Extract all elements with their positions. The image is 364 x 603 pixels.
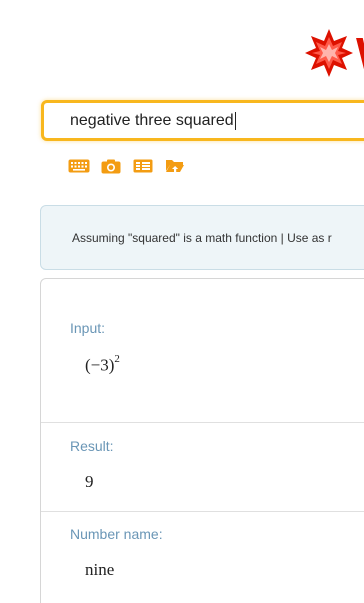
wolfram-spikey-icon <box>304 28 354 78</box>
pod-divider <box>41 422 364 423</box>
text-caret <box>234 111 236 130</box>
assumption-banner: Assuming "squared" is a math function | … <box>40 205 364 270</box>
pod-title-number-name: Number name: <box>70 526 163 542</box>
page: W negative three squared <box>0 0 364 603</box>
results-card: Input: (−3)2 Result: 9 Number name: nine <box>40 278 364 603</box>
pod-divider <box>41 511 364 512</box>
pod-title-result: Result: <box>70 438 114 454</box>
input-tools <box>68 157 186 175</box>
pod-title-input: Input: <box>70 320 106 336</box>
assumption-text: Assuming "squared" is a math function | … <box>72 231 332 245</box>
result-value: 9 <box>85 472 94 491</box>
examples-icon[interactable] <box>132 157 154 175</box>
upload-icon[interactable] <box>164 157 186 175</box>
logo-text: W <box>356 31 364 77</box>
camera-icon[interactable] <box>100 157 122 175</box>
input-exponent: 2 <box>114 353 120 365</box>
search-input[interactable]: negative three squared <box>70 103 364 138</box>
assumption-alternative-link[interactable]: r <box>328 231 332 245</box>
input-base: (−3) <box>85 355 115 375</box>
wolfram-alpha-logo[interactable]: W <box>304 28 364 78</box>
keyboard-icon[interactable] <box>68 157 90 175</box>
input-expression: (−3)2 <box>85 353 120 376</box>
assumption-prefix: Assuming "squared" is a math function | … <box>72 231 328 245</box>
search-input-value: negative three squared <box>70 112 234 129</box>
number-name-value: nine <box>85 560 115 579</box>
search-box[interactable]: negative three squared <box>41 100 364 141</box>
